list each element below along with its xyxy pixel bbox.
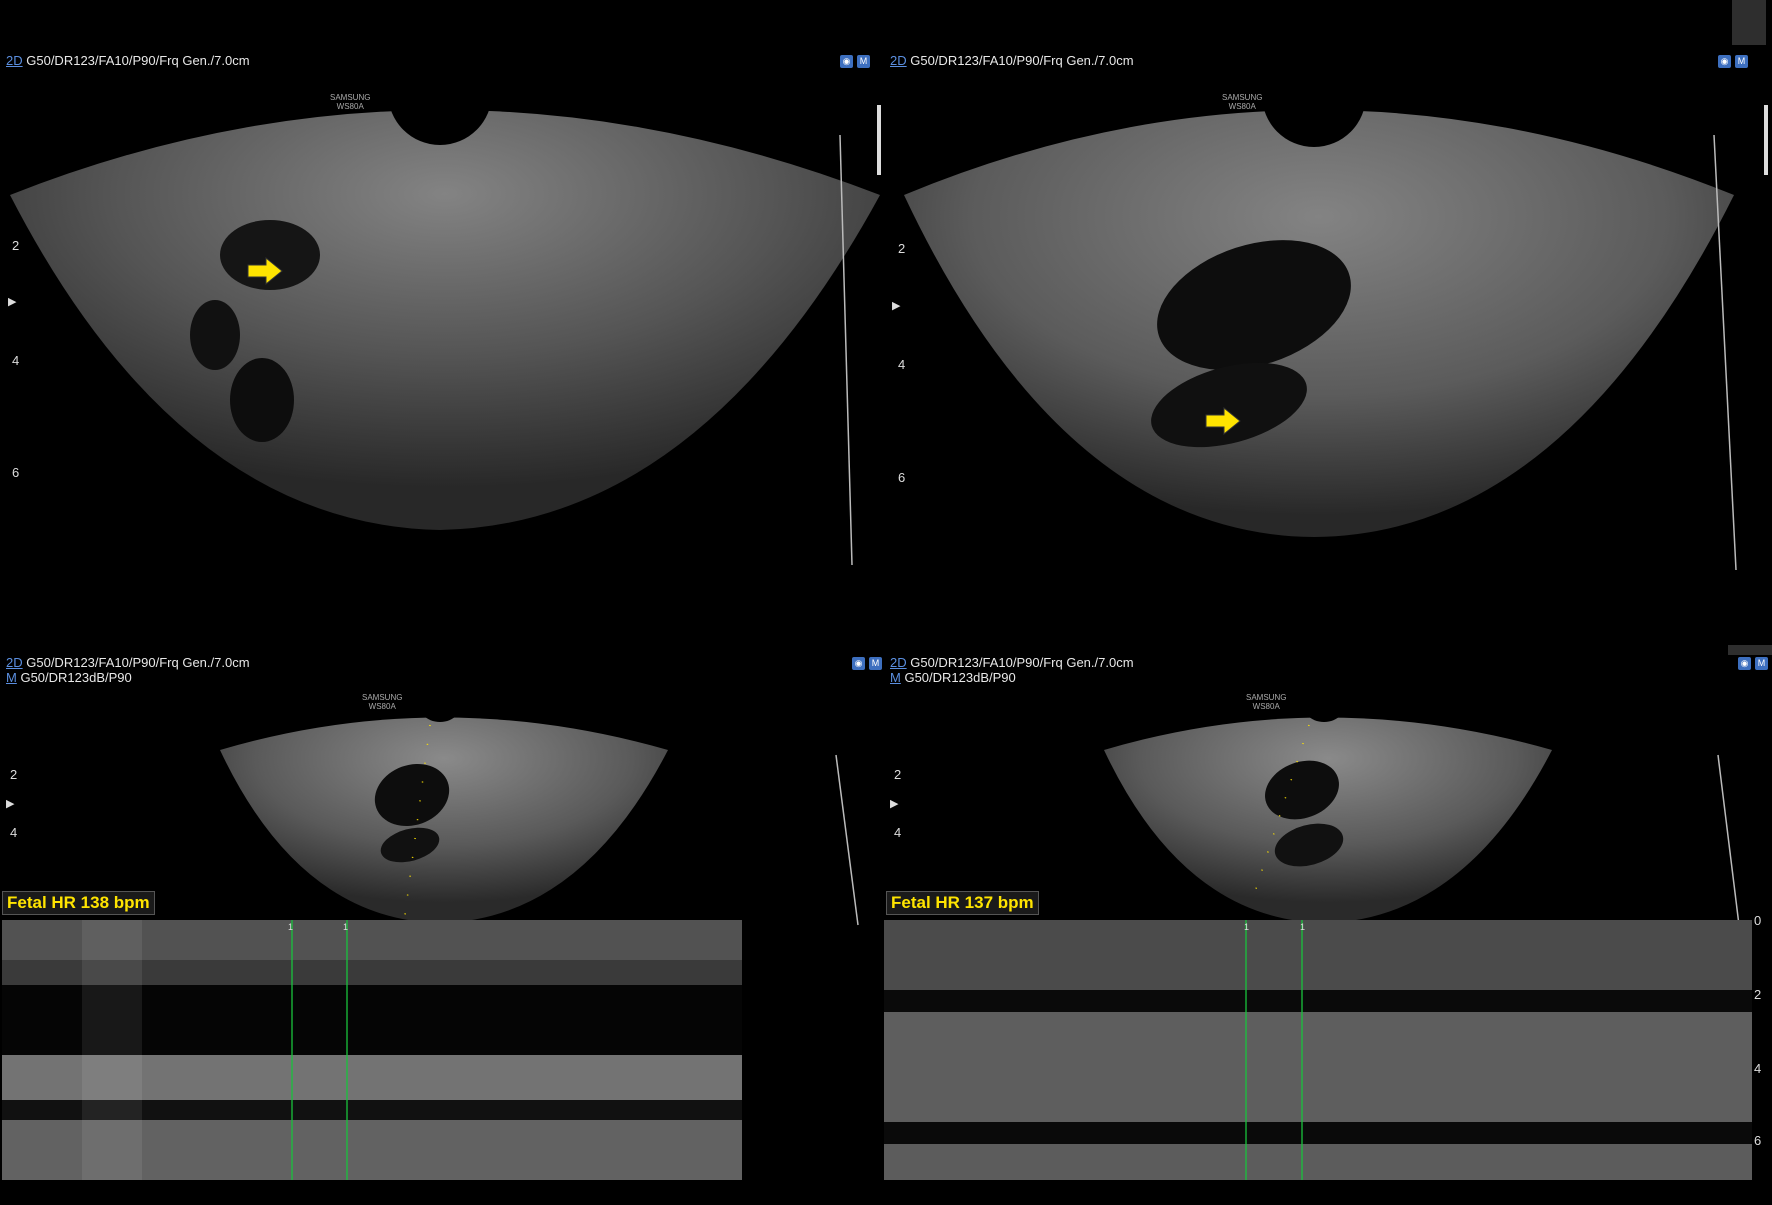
device-logo: SAMSUNG WS80A — [1222, 93, 1263, 111]
panel-top-right: 2D G50/DR123/FA10/P90/Frq Gen./7.0cm ◉ M… — [884, 45, 1772, 645]
focus-marker-icon[interactable]: ▶ — [6, 797, 14, 810]
heart-rate-label: Fetal HR 137 bpm — [886, 891, 1039, 915]
device-logo: SAMSUNG WS80A — [330, 93, 371, 111]
m-mode-header: M G50/DR123dB/P90 — [6, 670, 132, 685]
m-params: G50/DR123dB/P90 — [20, 670, 132, 685]
panel-header: 2D G50/DR123/FA10/P90/Frq Gen./7.0cm — [6, 655, 250, 670]
ultrasound-sector — [904, 45, 1768, 571]
probe-icon[interactable]: ◉ — [852, 657, 865, 670]
depth-label: 4 — [10, 825, 18, 840]
m-mode-trace — [884, 920, 1752, 1180]
caliper-marker: 1 — [1244, 922, 1250, 932]
panel-bottom-left: 2D G50/DR123/FA10/P90/Frq Gen./7.0cm M G… — [0, 655, 884, 1195]
focus-marker-icon[interactable]: ▶ — [890, 797, 898, 810]
depth-label: 6 — [12, 465, 20, 480]
mode-2d-link[interactable]: 2D — [6, 655, 23, 670]
depth-label: 2 — [12, 238, 20, 253]
heart-rate-label: Fetal HR 138 bpm — [2, 891, 155, 915]
panel-bottom-right: 2D G50/DR123/FA10/P90/Frq Gen./7.0cm M G… — [884, 655, 1772, 1195]
m-scale-label: 2 — [1754, 987, 1762, 1002]
caliper-marker: 1 — [288, 922, 294, 932]
depth-label: 4 — [898, 357, 906, 372]
focus-marker-icon[interactable]: ▶ — [8, 295, 16, 308]
m-params: G50/DR123dB/P90 — [904, 670, 1016, 685]
panel-icons: ◉ M — [852, 657, 882, 670]
focus-marker-icon[interactable]: ▶ — [892, 299, 900, 312]
m-mode-header: M G50/DR123dB/P90 — [890, 670, 1016, 685]
panel-top-left: 2D G50/DR123/FA10/P90/Frq Gen./7.0cm ◉ M… — [0, 45, 884, 645]
depth-label: 4 — [12, 353, 20, 368]
ultrasound-sector — [10, 45, 881, 566]
depth-label: 6 — [898, 470, 906, 485]
m-scale-label: 6 — [1754, 1133, 1762, 1148]
probe-icon[interactable]: ◉ — [1738, 657, 1751, 670]
device-logo: SAMSUNG WS80A — [1246, 693, 1287, 711]
depth-label: 4 — [894, 825, 902, 840]
device-logo: SAMSUNG WS80A — [362, 693, 403, 711]
depth-label: 2 — [894, 767, 902, 782]
panel-icons: ◉ M — [1738, 657, 1768, 670]
measure-icon[interactable]: M — [869, 657, 882, 670]
scan-params: G50/DR123/FA10/P90/Frq Gen./7.0cm — [910, 655, 1134, 670]
panel-header: 2D G50/DR123/FA10/P90/Frq Gen./7.0cm — [890, 655, 1134, 670]
m-scale-label: 0 — [1754, 913, 1762, 928]
mode-2d-link[interactable]: 2D — [890, 655, 907, 670]
caliper-marker: 1 — [343, 922, 349, 932]
depth-label: 2 — [10, 767, 18, 782]
scan-params: G50/DR123/FA10/P90/Frq Gen./7.0cm — [26, 655, 250, 670]
measure-icon[interactable]: M — [1755, 657, 1768, 670]
mode-m-link[interactable]: M — [890, 670, 901, 685]
caliper-marker: 1 — [1300, 922, 1306, 932]
mode-m-link[interactable]: M — [6, 670, 17, 685]
m-mode-trace — [2, 920, 742, 1180]
corner-block-top — [1732, 0, 1766, 50]
depth-label: 2 — [898, 241, 906, 256]
m-scale-label: 4 — [1754, 1061, 1762, 1076]
